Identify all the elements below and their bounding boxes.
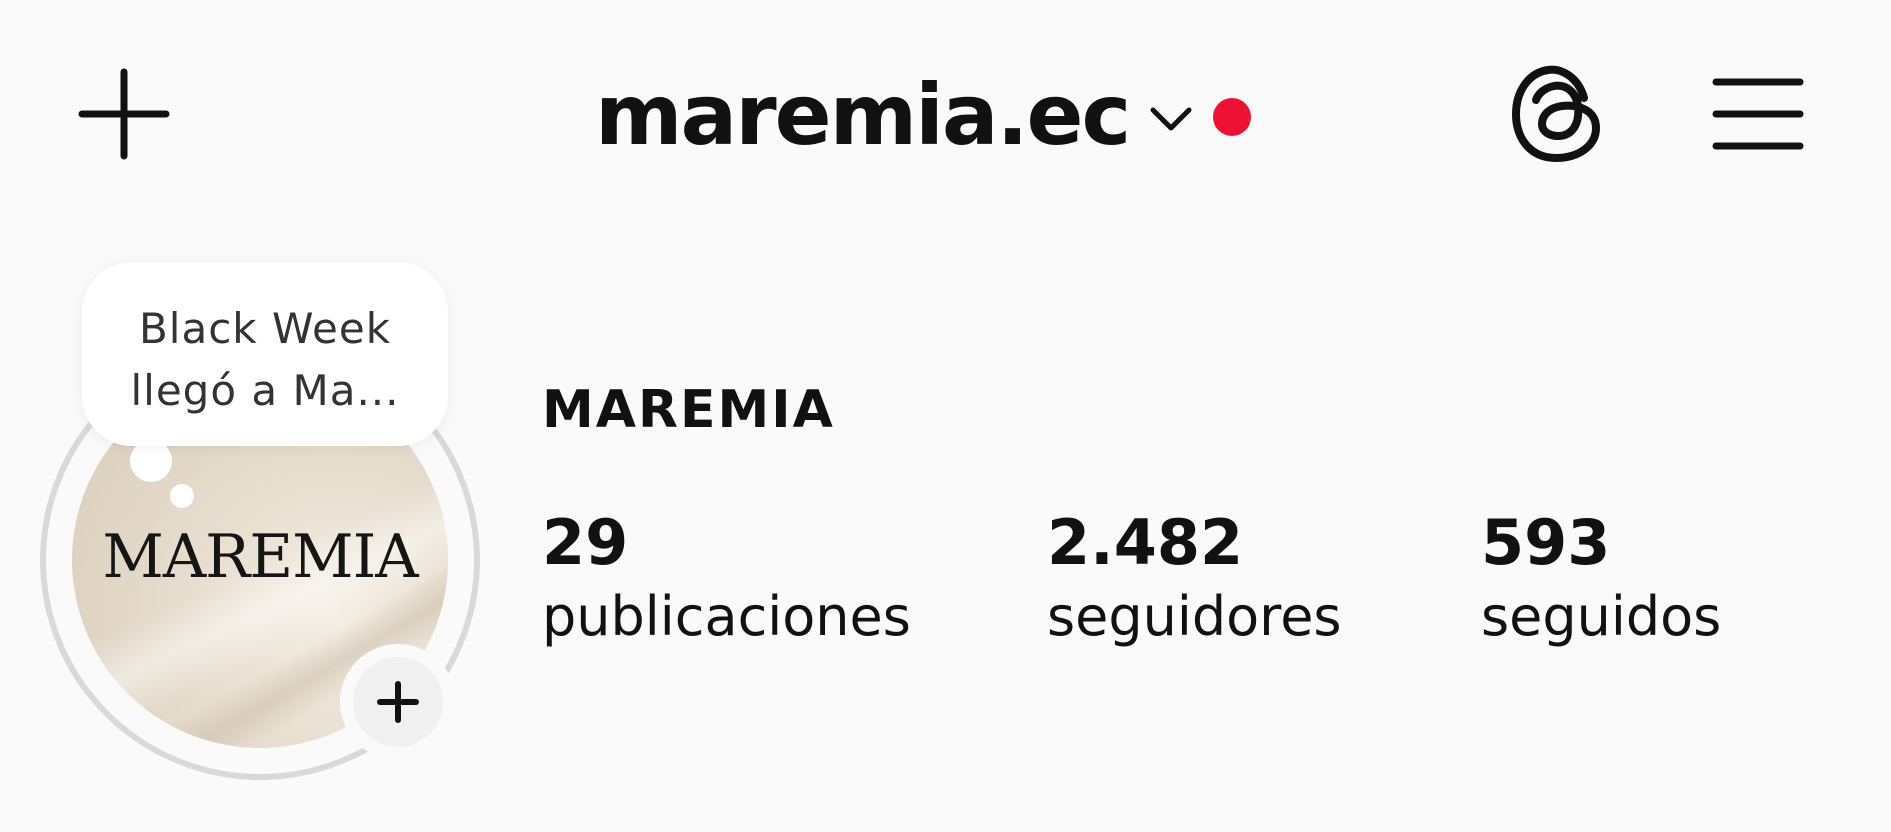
stat-followers-label: seguidores (1047, 585, 1342, 648)
stat-following-label: seguidos (1481, 585, 1722, 648)
hamburger-menu-icon[interactable] (1712, 74, 1804, 154)
stat-following-count: 593 (1481, 506, 1611, 579)
stat-posts-label: publicaciones (542, 585, 911, 648)
note-bubble[interactable]: Black Week llegó a Ma... (82, 262, 448, 446)
stat-following[interactable]: 593 seguidos (1481, 508, 1721, 656)
note-bubble-tail (130, 440, 172, 482)
profile-screen: maremia.ec MAREMIA Black Week llegó a Ma… (0, 0, 1891, 832)
threads-icon[interactable] (1508, 58, 1608, 168)
note-bubble-tail-small (170, 484, 194, 508)
avatar-logo-text: MAREMIA (102, 522, 418, 592)
notification-dot (1213, 98, 1252, 136)
stat-posts-count: 29 (542, 506, 629, 579)
chevron-down-icon (1150, 107, 1192, 131)
note-line-2: llegó a Ma... (130, 366, 400, 415)
account-switcher[interactable]: maremia.ec (595, 60, 1252, 170)
stat-followers-count: 2.482 (1047, 506, 1244, 579)
note-line-1: Black Week (138, 304, 392, 353)
new-post-plus-icon[interactable] (78, 68, 170, 160)
stat-followers[interactable]: 2.482 seguidores (1047, 508, 1342, 656)
add-story-circle (353, 657, 443, 747)
stat-posts[interactable]: 29 publicaciones (542, 508, 911, 656)
note-text: Black Week llegó a Ma... (82, 298, 448, 422)
username-title: maremia.ec (595, 66, 1131, 164)
add-story-button[interactable] (340, 644, 456, 760)
display-name: MAREMIA (542, 380, 835, 440)
plus-icon (377, 681, 419, 723)
